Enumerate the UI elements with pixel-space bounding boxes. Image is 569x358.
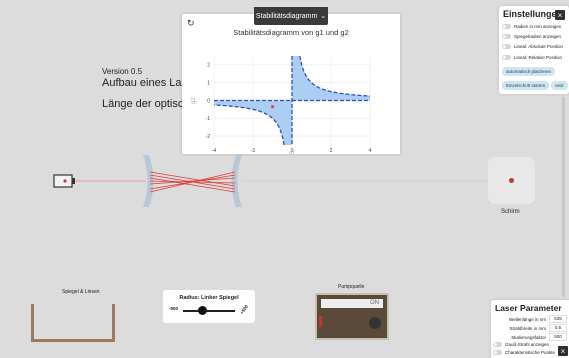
y-tick-label: 1: [207, 81, 210, 87]
auto-place-button[interactable]: automatisch platzieren: [502, 67, 556, 76]
single-step-button[interactable]: Einzelschritt starten: [502, 81, 550, 90]
toggle-switch[interactable]: [502, 34, 511, 39]
x-tick-label: -2: [251, 148, 256, 154]
right-mirror[interactable]: [231, 155, 243, 207]
toggle-lineal-relativ[interactable]: Lineal: Relative Position: [502, 55, 562, 60]
beam-width-input[interactable]: 0.5: [549, 324, 567, 332]
laser-source[interactable]: [53, 174, 73, 188]
x-tick-label: 4: [369, 148, 372, 154]
wavelength-input[interactable]: 635: [549, 315, 567, 323]
y-tick-label: -1: [206, 116, 211, 122]
scrollbar[interactable]: [562, 97, 565, 297]
mirrors-lenses-tray[interactable]: [31, 304, 115, 342]
settings-panel: Einstellungen × Radien in mm anzeigen Sp…: [499, 6, 569, 94]
pump-knob[interactable]: [369, 317, 381, 329]
toggle-label: Gauß-Strahl anzeigen: [505, 342, 550, 347]
stability-tab-button[interactable]: Stabilitätsdiagramm ⌄: [254, 7, 328, 25]
toggle-spiegelradien[interactable]: Spiegelradien anzeigen: [502, 34, 561, 39]
stability-chart[interactable]: -4 -2 0 2 4-2-1012g1g2: [182, 14, 400, 154]
param-label: Wellenlänge in nm: [509, 316, 546, 322]
settings-close-button[interactable]: ×: [555, 10, 565, 20]
laser-params-close-button[interactable]: ×: [558, 346, 568, 356]
toggle-label: Lineal: Absolute Position: [514, 44, 564, 49]
current-config-marker: [270, 105, 275, 109]
mirrors-lenses-label: Spiegel & Linsen: [62, 289, 100, 295]
pump-indicator: [319, 316, 322, 327]
x-axis-label: g1: [289, 151, 296, 154]
y-tick-label: 2: [207, 63, 210, 69]
toggle-label: Radien in mm anzeigen: [514, 24, 562, 29]
stability-tab-label: Stabilitätsdiagramm: [255, 12, 318, 20]
x-tick-label: -4: [212, 148, 217, 154]
toggle-switch[interactable]: [493, 350, 502, 355]
toggle-characteristic[interactable]: Charakteristische Punkte: [493, 350, 555, 355]
param-scale: Skalierungsfaktor 500: [493, 333, 567, 341]
x-tick-label: 2: [330, 148, 333, 154]
toggle-radien[interactable]: Radien in mm anzeigen: [502, 24, 561, 29]
laser-parameter-title: Laser Parameter: [495, 303, 562, 313]
slider-track[interactable]: [183, 310, 235, 312]
screen[interactable]: [488, 157, 535, 204]
toggle-lineal-absolut[interactable]: Lineal: Absolute Position: [502, 44, 563, 49]
toggle-gauss[interactable]: Gauß-Strahl anzeigen: [493, 342, 549, 347]
stability-panel: ↻ Stabilitätsdiagramm von g1 und g2 -4 -2…: [182, 14, 400, 154]
chevron-down-icon: ⌄: [320, 13, 327, 20]
toggle-switch[interactable]: [493, 342, 502, 347]
toggle-switch[interactable]: [502, 24, 511, 29]
laser-source-tip: [72, 178, 75, 184]
pump-display: ON: [321, 299, 383, 308]
pump-label: Pumpquelle: [338, 284, 365, 290]
settings-title: Einstellungen: [503, 9, 563, 19]
slider-max-label: +500: [239, 303, 250, 316]
y-tick-label: -2: [206, 134, 211, 140]
toggle-label: Lineal: Relative Position: [514, 55, 563, 60]
radius-slider-box: Radius: Linker Spiegel -500 +500: [163, 290, 255, 323]
param-label: Skalierungsfaktor: [511, 334, 546, 340]
screen-label: Schirm: [501, 209, 520, 215]
toggle-switch[interactable]: [502, 44, 511, 49]
next-button[interactable]: next: [551, 81, 568, 90]
param-wavelength: Wellenlänge in nm 635: [493, 315, 567, 323]
toggle-label: Spiegelradien anzeigen: [514, 34, 562, 39]
screen-spot: [509, 178, 514, 183]
pump-source[interactable]: ON: [315, 293, 389, 340]
scale-input[interactable]: 500: [549, 333, 567, 341]
laser-source-led: [63, 179, 67, 183]
param-beam-width: Strahlbreite in mm 0.5: [493, 324, 567, 332]
radius-slider-label: Radius: Linker Spiegel: [179, 295, 239, 301]
slider-knob[interactable]: [198, 306, 208, 315]
y-axis-label: g2: [191, 97, 197, 104]
toggle-switch[interactable]: [502, 55, 511, 60]
y-tick-label: 0: [207, 98, 210, 104]
resonator-rays: [149, 171, 236, 193]
param-label: Strahlbreite in mm: [509, 325, 546, 331]
slider-min-label: -500: [169, 306, 179, 311]
toggle-label: Charakteristische Punkte: [505, 350, 556, 355]
